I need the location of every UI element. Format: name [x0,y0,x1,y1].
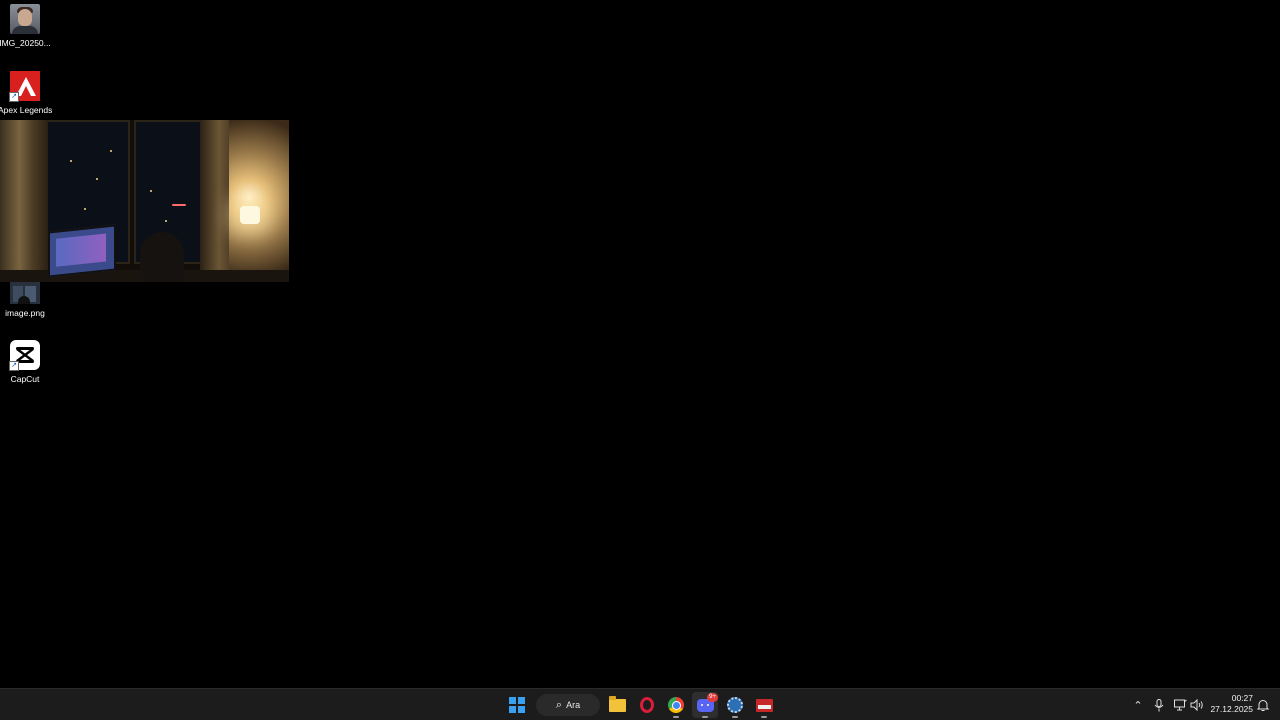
taskbar-opera-gx[interactable] [634,692,660,718]
notification-icon[interactable] [1254,695,1272,715]
apex-legends-icon: ↗ [9,71,40,102]
taskbar-settings-app[interactable] [722,692,748,718]
desktop-icon-image-png[interactable]: image.png [0,282,50,318]
chevron-up-icon[interactable]: ⌃ [1129,695,1147,715]
taskbar-file-explorer[interactable] [604,692,630,718]
avatar-image-icon [10,4,40,34]
desktop-icon-label: Apex Legends [0,105,52,115]
taskbar-card-app[interactable] [751,692,777,718]
desktop-icon-label: image.png [5,308,45,318]
search-button[interactable]: ⌕ Ara [536,694,600,716]
image-file-icon [10,282,40,304]
search-icon: ⌕ [555,698,563,711]
desktop-icon-img[interactable]: IMG_20250... [0,4,51,48]
opera-gx-icon [640,697,654,713]
taskbar-discord[interactable]: 9+ [692,692,718,718]
start-button[interactable] [504,692,530,718]
settings-app-icon [727,697,743,713]
desktop-icon-capcut[interactable]: ↗ CapCut [0,340,50,384]
discord-badge: 9+ [707,693,718,702]
network-icon[interactable] [1171,695,1189,715]
lit-wall [229,120,289,282]
card-app-icon [755,698,773,712]
desktop-icon-label: CapCut [10,374,40,384]
curtain [0,120,48,282]
lamp [240,206,260,224]
taskbar: ⌕ Ara 9+ ⌃ 00:27 27.12.2025 [0,688,1280,720]
search-label: Ara [566,700,581,710]
file-explorer-icon [608,695,626,712]
desktop-icon-apex[interactable]: ↗ Apex Legends [0,71,52,119]
taskbar-chrome[interactable] [663,692,689,718]
person-silhouette [140,232,184,282]
capcut-icon: ↗ [9,340,40,371]
volume-icon[interactable] [1188,695,1206,715]
webcam-preview-window[interactable] [0,120,289,282]
monitor [48,224,116,278]
chrome-icon [668,697,684,713]
microphone-icon[interactable] [1150,695,1168,715]
desktop: IMG_20250... ↗ Apex Legends image.png ↗ [0,0,1280,688]
desktop-icon-label: IMG_20250... [0,38,51,48]
clock-time: 00:27 [1231,693,1253,703]
system-clock[interactable]: 00:27 27.12.2025 [1205,693,1253,715]
start-icon [509,697,525,713]
clock-date: 27.12.2025 [1210,704,1253,714]
